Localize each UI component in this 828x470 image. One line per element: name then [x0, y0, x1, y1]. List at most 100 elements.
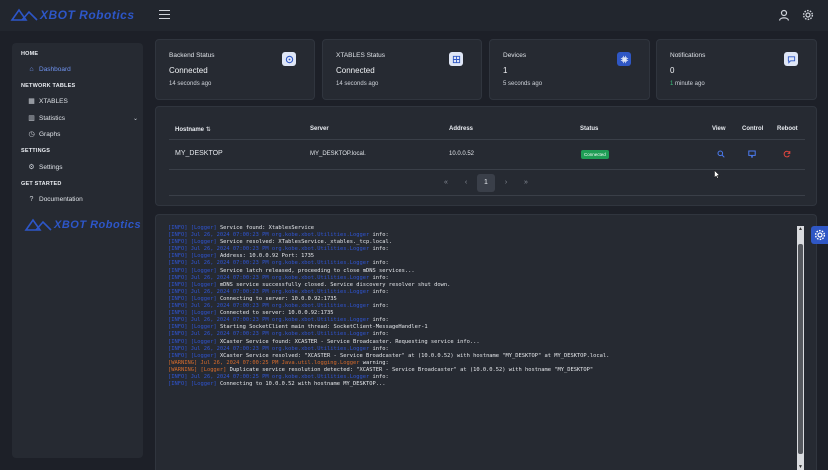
sort-icon[interactable]: ⇅ — [206, 127, 211, 133]
reboot-icon[interactable] — [783, 150, 791, 160]
log-segment: Duplicate service resolution detected: "… — [229, 366, 594, 373]
log-segment: info: — [372, 331, 389, 338]
log-segment: [INFO] Jul 26, 2024 07:00:23 PM org.kobe… — [168, 288, 373, 295]
view-icon[interactable] — [717, 150, 725, 160]
sidebar-item-statistics[interactable]: ▥ Statistics ⌄ — [28, 115, 138, 122]
card-subtext: 14 seconds ago — [169, 81, 212, 87]
gear-icon — [814, 229, 825, 241]
logo-text: XBOT Robotics — [54, 219, 142, 231]
log-line: [INFO] [Logger] Service resolved: XTable… — [168, 239, 798, 246]
card-title: Notifications — [670, 52, 706, 59]
gear-icon[interactable] — [801, 9, 814, 22]
page-button-current[interactable]: 1 — [477, 174, 495, 192]
log-segment: [INFO] Jul 26, 2024 07:00:25 PM org.kobe… — [168, 373, 373, 380]
next-page-button[interactable]: › — [497, 174, 515, 192]
log-segment: info: — [372, 260, 389, 267]
log-segment: Service latch released, proceeding to cl… — [219, 267, 415, 274]
log-line: [INFO] [Logger] Connecting to 10.0.0.52 … — [168, 381, 798, 388]
log-line: [INFO] [Logger] Service latch released, … — [168, 268, 798, 275]
last-page-button[interactable]: » — [517, 174, 535, 192]
log-segment: [INFO] [Logger] — [168, 310, 220, 317]
log-line: [INFO] Jul 26, 2024 07:00:23 PM org.kobe… — [168, 260, 798, 267]
sidebar-item-label: Statistics — [39, 115, 66, 122]
log-line: [INFO] Jul 26, 2024 07:00:23 PM org.kobe… — [168, 275, 798, 282]
log-segment: Service resolved: XTablesService._xtable… — [219, 239, 392, 246]
column-header-control: Control — [742, 126, 764, 132]
log-console[interactable]: [INFO] [Logger] Service found: XtablesSe… — [155, 214, 817, 470]
cell-server: MY_DESKTOP.local. — [310, 151, 366, 157]
column-header-hostname[interactable]: Hostname ⇅ — [175, 126, 211, 133]
sidebar: HOME ⌂ Dashboard NETWORK TABLES ▦ XTABLE… — [12, 43, 143, 458]
log-line: [INFO] [Logger] Connecting to server: 10… — [168, 296, 798, 303]
row-divider — [169, 169, 805, 170]
sidebar-item-documentation[interactable]: ? Documentation — [28, 196, 138, 203]
first-page-button[interactable]: « — [437, 174, 455, 192]
log-line: [INFO] [Logger] mDNS service successfull… — [168, 282, 798, 289]
sidebar-item-xtables[interactable]: ▦ XTABLES — [28, 98, 138, 105]
chart-icon: ▥ — [28, 115, 35, 122]
log-segment: Connected to server: 10.0.0.92:1735 — [219, 310, 334, 317]
sidebar-item-settings[interactable]: ⚙ Settings — [28, 164, 138, 171]
log-line: [INFO] Jul 26, 2024 07:00:23 PM org.kobe… — [168, 331, 798, 338]
scroll-up-icon[interactable]: ▲ — [797, 226, 804, 232]
log-scrollbar[interactable]: ▲ ▼ — [797, 226, 804, 470]
card-value: 1 — [503, 66, 508, 75]
log-segment: [INFO] Jul 26, 2024 07:00:23 PM org.kobe… — [168, 303, 373, 310]
log-segment: Connecting to 10.0.0.52 with hostname MY… — [219, 381, 386, 388]
top-bar: XBOT Robotics — [0, 0, 828, 31]
sidebar-item-dashboard[interactable]: ⌂ Dashboard — [28, 66, 138, 73]
log-segment: info: — [372, 232, 389, 239]
menu-toggle-icon[interactable] — [159, 10, 170, 19]
log-line: [INFO] Jul 26, 2024 07:00:23 PM org.kobe… — [168, 317, 798, 324]
card-backend-status: Backend Status Connected 14 seconds ago — [155, 39, 315, 100]
log-line: [INFO] [Logger] Starting SocketClient ma… — [168, 324, 798, 331]
cell-address: 10.0.0.52 — [449, 151, 475, 157]
log-segment: [INFO] Jul 26, 2024 07:00:23 PM org.kobe… — [168, 274, 373, 281]
column-header-status: Status — [580, 126, 599, 132]
log-segment: info: — [372, 288, 389, 295]
log-line: [INFO] [Logger] Connected to server: 10.… — [168, 310, 798, 317]
sidebar-heading-home: HOME — [21, 51, 39, 57]
log-segment: XCaster Service resolved: "XCASTER - Ser… — [219, 352, 610, 359]
log-line: [INFO] [Logger] Service found: XtablesSe… — [168, 225, 798, 232]
header-divider — [169, 139, 805, 140]
log-segment: info: — [372, 246, 389, 253]
column-header-view: View — [712, 126, 726, 132]
card-devices: Devices 1 5 seconds ago — [489, 39, 650, 100]
log-line: [INFO] Jul 26, 2024 07:00:23 PM org.kobe… — [168, 303, 798, 310]
log-segment: [INFO] [Logger] — [168, 281, 220, 288]
prev-page-button[interactable]: ‹ — [457, 174, 475, 192]
log-line: [INFO] [Logger] Address: 10.0.0.92 Port:… — [168, 253, 798, 260]
log-segment: info: — [372, 317, 389, 324]
card-subtext: 1 minute ago — [670, 81, 705, 87]
status-badge: Connected — [581, 150, 609, 159]
card-subtext-rest: minute ago — [673, 81, 705, 87]
card-title: XTABLES Status — [336, 52, 386, 59]
log-segment: Connecting to server: 10.0.0.92:1735 — [219, 295, 337, 302]
card-subtext: 14 seconds ago — [336, 81, 379, 87]
log-segment: Address: 10.0.0.92 Port: 1735 — [219, 253, 315, 260]
sidebar-logo: XBOT Robotics — [24, 218, 141, 232]
column-header-server: Server — [310, 126, 329, 132]
sidebar-item-graphs[interactable]: ◷ Graphs — [28, 131, 138, 138]
floating-settings-button[interactable] — [811, 226, 828, 244]
log-segment: [INFO] [Logger] — [168, 352, 220, 359]
scroll-thumb[interactable] — [798, 244, 803, 454]
log-segment: [INFO] [Logger] — [168, 239, 220, 246]
log-line: [INFO] [Logger] XCaster Service resolved… — [168, 353, 798, 360]
chevron-down-icon: ⌄ — [132, 116, 138, 122]
sidebar-heading-get-started: GET STARTED — [21, 181, 62, 187]
log-segment: [INFO] Jul 26, 2024 07:00:23 PM org.kobe… — [168, 246, 373, 253]
gear-icon: ⚙ — [28, 164, 35, 171]
log-line: [WARNING] [Logger] Duplicate service res… — [168, 367, 798, 374]
scroll-down-icon[interactable]: ▼ — [797, 464, 804, 470]
monitor-icon[interactable] — [748, 150, 756, 160]
card-value: Connected — [169, 66, 208, 75]
log-line: [INFO] Jul 26, 2024 07:00:23 PM org.kobe… — [168, 232, 798, 239]
log-segment: [INFO] [Logger] — [168, 225, 220, 231]
log-segment: [INFO] [Logger] — [168, 253, 220, 260]
user-icon[interactable] — [777, 9, 790, 22]
app-logo[interactable]: XBOT Robotics — [10, 8, 135, 22]
log-segment: XCaster Service found: XCASTER - Service… — [219, 338, 480, 345]
sidebar-item-label: Graphs — [39, 131, 61, 138]
